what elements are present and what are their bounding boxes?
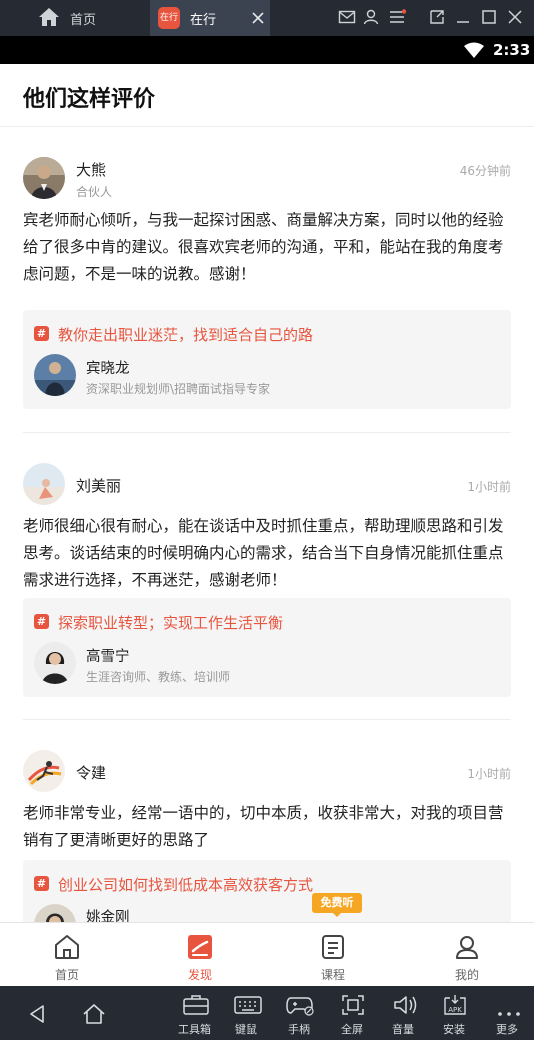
profile-icon xyxy=(453,933,481,965)
avatar[interactable] xyxy=(23,463,65,505)
course-title: 探索职业转型；实现工作生活平衡 xyxy=(58,614,284,632)
svg-text:APK: APK xyxy=(448,1006,462,1014)
teacher-avatar xyxy=(34,354,76,396)
fullscreen-button[interactable]: 全屏 xyxy=(338,986,368,1040)
menu-icon[interactable] xyxy=(389,9,407,29)
teacher-avatar xyxy=(34,642,76,684)
page-title: 他们这样评价 xyxy=(23,87,156,112)
home-tab-label: 首页 xyxy=(70,13,97,28)
nav-label: 首页 xyxy=(54,968,79,982)
install-apk-button[interactable]: APK 安装 xyxy=(440,986,470,1040)
pin-window-icon[interactable] xyxy=(429,9,445,29)
toolbar-label: 音量 xyxy=(392,1023,414,1036)
review-time: 1小时前 xyxy=(467,480,511,494)
review-card: 大熊 合伙人 46分钟前 宾老师耐心倾听，与我一起探讨困惑、商量解决方案，同时以… xyxy=(0,127,534,433)
more-icon xyxy=(497,1002,521,1021)
maximize-icon[interactable] xyxy=(481,9,497,29)
nav-course[interactable]: 课程 xyxy=(266,923,400,987)
volume-icon xyxy=(393,994,417,1020)
course-card[interactable]: # 探索职业转型；实现工作生活平衡 高雪宁 生涯咨询师、教练、培训师 xyxy=(23,598,511,697)
review-text: 老师很细心很有耐心，能在谈话中及时抓住重点，帮助理顺思路和引发思考。谈话结束的时… xyxy=(23,517,504,589)
teacher-avatar xyxy=(34,904,76,922)
teacher-name: 高雪宁 xyxy=(86,649,130,665)
topic-hash-icon: # xyxy=(34,326,49,341)
mail-icon[interactable] xyxy=(338,9,356,29)
gamepad-icon xyxy=(285,994,315,1020)
reviewer-name: 刘美丽 xyxy=(76,477,122,495)
toolbar-label: 安装 xyxy=(443,1023,465,1036)
teacher-name: 姚金刚 xyxy=(86,910,130,922)
house-icon xyxy=(38,7,60,31)
emulator-toolbar: 工具箱 键鼠 手柄 全屏 音量 APK 安装 更多 xyxy=(0,986,534,1040)
free-listen-badge[interactable]: 免费听 xyxy=(312,893,362,917)
reviewer-name: 大熊 xyxy=(76,161,107,179)
review-text: 老师非常专业，经常一语中的，切中本质，收获非常大，对我的项目营销有了更清晰更好的… xyxy=(23,804,504,849)
nav-label: 我的 xyxy=(454,968,479,982)
teacher-name: 宾晓龙 xyxy=(86,361,130,377)
nav-discover[interactable]: 发现 xyxy=(133,923,267,987)
app-tab-label: 在行 xyxy=(190,13,217,28)
toolbar-label: 键鼠 xyxy=(235,1023,257,1036)
close-tab-icon[interactable] xyxy=(251,10,265,29)
back-button[interactable] xyxy=(28,986,52,1040)
topic-hash-icon: # xyxy=(34,614,49,629)
back-icon xyxy=(28,1004,46,1028)
review-time: 46分钟前 xyxy=(459,164,511,178)
close-window-icon[interactable] xyxy=(507,9,523,29)
course-title: 创业公司如何找到低成本高效获客方式 xyxy=(58,876,314,894)
more-button[interactable]: 更多 xyxy=(494,986,524,1040)
reviewer-name: 令建 xyxy=(76,764,107,782)
toolbox-icon xyxy=(182,994,210,1020)
avatar[interactable] xyxy=(23,157,65,199)
home-tab[interactable]: 首页 xyxy=(0,0,150,36)
apk-install-icon: APK xyxy=(441,994,469,1022)
course-card[interactable]: # 创业公司如何找到低成本高效获客方式 姚金刚 xyxy=(23,860,511,922)
review-card: 刘美丽 1小时前 老师很细心很有耐心，能在谈话中及时抓住重点，帮助理顺思路和引发… xyxy=(0,433,534,719)
keyboard-mouse-button[interactable]: 键鼠 xyxy=(234,986,264,1040)
fullscreen-icon xyxy=(341,994,365,1020)
app-logo: 在行 xyxy=(158,7,180,29)
home-icon xyxy=(53,933,81,965)
volume-button[interactable]: 音量 xyxy=(390,986,420,1040)
review-time: 1小时前 xyxy=(467,767,511,781)
status-bar: 2:33 xyxy=(0,36,534,64)
toolbox-button[interactable]: 工具箱 xyxy=(178,986,214,1040)
teacher-description: 生涯咨询师、教练、培训师 xyxy=(86,670,231,684)
toolbar-label: 全屏 xyxy=(341,1023,363,1036)
course-card[interactable]: # 教你走出职业迷茫，找到适合自己的路 宾晓龙 资深职业规划师\招聘面试指导专家 xyxy=(23,310,511,409)
emulator-title-bar: 首页 在行 在行 xyxy=(0,0,534,36)
course-icon xyxy=(319,933,347,965)
app-tab[interactable]: 在行 在行 xyxy=(150,0,270,36)
reviewer-role: 合伙人 xyxy=(76,185,113,199)
minimize-icon[interactable] xyxy=(455,9,471,29)
home-button[interactable] xyxy=(82,986,108,1040)
nav-home[interactable]: 首页 xyxy=(0,923,134,987)
toolbar-label: 手柄 xyxy=(288,1023,310,1036)
discover-icon xyxy=(186,933,214,965)
page-header: 他们这样评价 xyxy=(0,64,534,127)
avatar[interactable] xyxy=(23,750,65,792)
user-icon[interactable] xyxy=(363,9,379,29)
teacher-description: 资深职业规划师\招聘面试指导专家 xyxy=(86,382,271,396)
keyboard-icon xyxy=(234,994,262,1020)
nav-label: 课程 xyxy=(320,968,345,982)
course-title: 教你走出职业迷茫，找到适合自己的路 xyxy=(58,326,314,344)
review-card: 令建 1小时前 老师非常专业，经常一语中的，切中本质，收获非常大，对我的项目营销… xyxy=(0,720,534,922)
android-home-icon xyxy=(82,1003,106,1029)
toolbar-label: 更多 xyxy=(496,1023,518,1036)
clock: 2:33 xyxy=(493,41,531,59)
nav-label: 发现 xyxy=(187,968,212,982)
wifi-icon xyxy=(464,42,484,62)
topic-hash-icon: # xyxy=(34,876,49,891)
bottom-nav: 首页 发现 课程 我的 xyxy=(0,922,534,986)
toolbar-label: 工具箱 xyxy=(178,1023,211,1036)
nav-profile[interactable]: 我的 xyxy=(400,923,534,987)
review-text: 宾老师耐心倾听，与我一起探讨困惑、商量解决方案，同时以他的经验给了很多中肯的建议… xyxy=(23,211,504,283)
gamepad-button[interactable]: 手柄 xyxy=(284,986,316,1040)
